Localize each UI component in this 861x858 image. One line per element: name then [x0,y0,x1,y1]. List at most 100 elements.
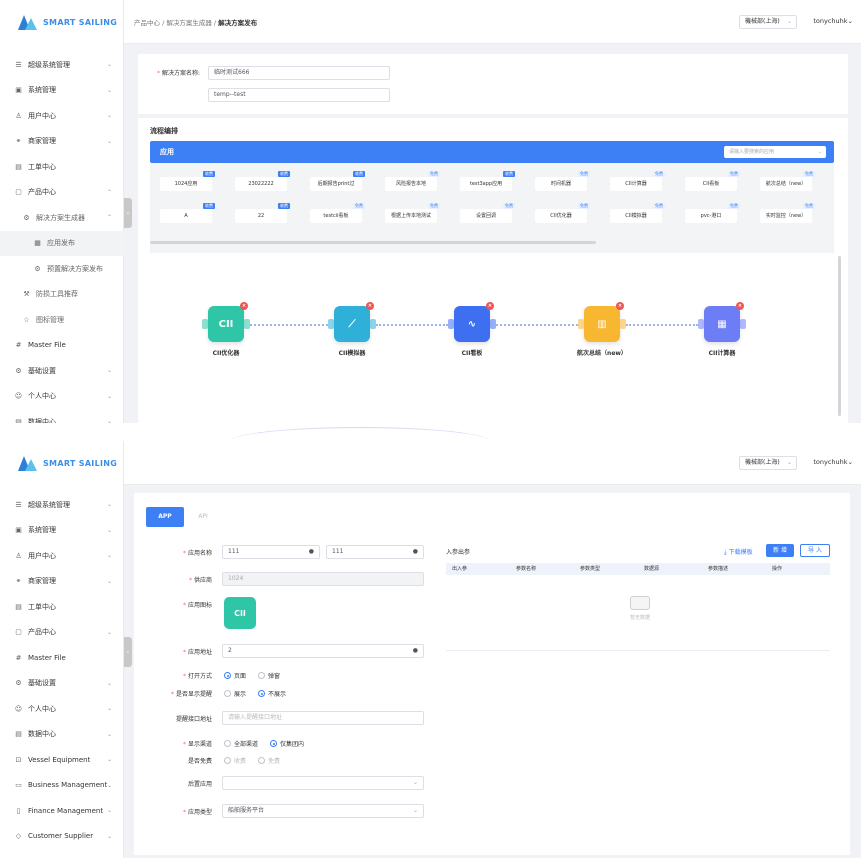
sidebar-item[interactable]: ▯ Finance Management ⌄ [0,798,124,824]
sidebar-item[interactable]: ⚭ 商家管理 ⌄ [0,129,124,155]
node-port[interactable] [578,319,584,329]
app-chip[interactable]: CII计算器 免费 [610,171,665,191]
node-port[interactable] [740,319,746,329]
department-select[interactable]: 機械部(上海) ⌄ [739,15,797,29]
remove-node-icon[interactable]: × [240,302,248,310]
sidebar-item[interactable]: ▤ 数据中心 ⌄ [0,722,124,748]
sidebar-item[interactable]: ▤ 工单中心 [0,594,124,620]
channel-all-radio[interactable]: 全部渠道 [224,739,258,748]
app-chip[interactable]: 后期报告print过 收费 [310,171,365,191]
breadcrumb-item[interactable]: 解决方案生成器 [166,19,212,27]
user-menu[interactable]: tonychuhk⌄ [813,458,853,466]
solution-code-input[interactable]: temp--test [208,88,390,102]
user-menu[interactable]: tonychuhk⌄ [813,17,853,25]
sidebar-item[interactable]: ☰ 超级系统管理 ⌄ [0,52,124,78]
flow-node[interactable]: ▥ × [584,302,624,342]
canvas-scrollbar[interactable] [838,256,841,416]
app-chip[interactable]: 设置回调 免费 [460,203,515,223]
department-select[interactable]: 機械部(上海) ⌄ [739,456,797,470]
sidebar-collapse-toggle[interactable]: ‹ [124,637,132,667]
node-port[interactable] [370,319,376,329]
sidebar-item[interactable]: ▢ 产品中心 ⌃ [0,180,124,206]
open-mode-dialog-radio[interactable]: 弹窗 [258,671,280,680]
sidebar-item[interactable]: ▭ Business Management ⌄ [0,773,124,799]
backend-app-select[interactable]: ⌄ [222,776,424,790]
flow-node[interactable]: CII × [208,302,248,342]
reminder-hide-radio[interactable]: 不展示 [258,689,286,698]
solution-name-input[interactable]: 临时测试666 [208,66,390,80]
app-name-input[interactable]: 111 ● [222,545,320,559]
clear-icon[interactable]: ● [413,546,418,558]
breadcrumb-item[interactable]: 产品中心 [134,19,160,27]
app-chip[interactable]: pvc-港口 免费 [685,203,740,223]
flow-node[interactable]: ⟋ × [334,302,374,342]
import-button[interactable]: 导 入 [800,544,830,557]
clear-icon[interactable]: ● [309,546,314,558]
sidebar-item[interactable]: ▦ 应用发布 [0,230,124,256]
app-chip[interactable]: CII优化器 免费 [535,203,590,223]
app-chip[interactable]: CII看板 免费 [685,171,740,191]
sidebar-item[interactable]: ♙ 用户中心 ⌄ [0,103,124,129]
node-port[interactable] [244,319,250,329]
brand-logo[interactable]: SMART SAILING [18,14,117,30]
remove-node-icon[interactable]: × [736,302,744,310]
app-chip[interactable]: 航次总结（new） 免费 [760,171,815,191]
tab-app[interactable]: APP [146,507,184,527]
app-chip[interactable]: 实时监控（new） 免费 [760,203,815,223]
remove-node-icon[interactable]: × [486,302,494,310]
app-type-select[interactable]: 船舶服务平台 ⌄ [222,804,424,818]
app-search-select[interactable]: 请输入要搜索的应用 ⌄ [724,146,826,158]
sidebar-item[interactable]: ▤ 工单中心 [0,154,124,180]
flow-node[interactable]: ▦ × [704,302,744,342]
flow-canvas[interactable]: CII × CII优化器 ⟋ × CII模拟器 ∿ × CII看板 ▥ × 航次总结（new） ▦ × CI… [150,256,834,423]
remove-node-icon[interactable]: × [616,302,624,310]
reminder-api-input[interactable]: 请输入提醒接口地址 [222,711,424,725]
node-port[interactable] [490,319,496,329]
app-chip[interactable]: CII模拟器 免费 [610,203,665,223]
flow-node[interactable]: ∿ × [454,302,494,342]
palette-scrollbar[interactable] [150,241,596,244]
sidebar-item[interactable]: ☆ 图标管理 [0,307,124,333]
sidebar-item[interactable]: # Master File [0,645,124,671]
clear-icon[interactable]: ● [413,645,418,657]
app-chip[interactable]: 风险报告本地 免费 [385,171,440,191]
node-port[interactable] [620,319,626,329]
app-chip[interactable]: testcii看板 免费 [310,203,365,223]
sidebar-item[interactable]: ☺ 个人中心 ⌄ [0,696,124,722]
sidebar-item[interactable]: ⚙ 预置解决方案发布 [0,256,124,282]
app-chip[interactable]: 时间机器 免费 [535,171,590,191]
sidebar-item[interactable]: ⚙ 基础设置 ⌄ [0,358,124,384]
sidebar-item[interactable]: ⚭ 商家管理 ⌄ [0,569,124,595]
remove-node-icon[interactable]: × [366,302,374,310]
open-mode-page-radio[interactable]: 页面 [224,671,246,680]
app-chip[interactable]: 根据上传本地测试 免费 [385,203,440,223]
sidebar-item[interactable]: ☰ 超级系统管理 ⌄ [0,492,124,518]
sidebar-item[interactable]: ⚒ 防损工具推荐 [0,282,124,308]
tab-api[interactable]: API [184,507,222,527]
sidebar-collapse-toggle[interactable]: ‹ [124,198,132,228]
sidebar-item[interactable]: ⚙ 基础设置 ⌄ [0,671,124,697]
app-chip[interactable]: A 收费 [160,203,215,223]
node-port[interactable] [698,319,704,329]
node-port[interactable] [328,319,334,329]
reminder-show-radio[interactable]: 展示 [224,689,246,698]
sidebar-item[interactable]: ◇ Customer Supplier ⌄ [0,824,124,850]
sidebar-item[interactable]: ▢ 产品中心 ⌄ [0,620,124,646]
app-url-input[interactable]: 2 ● [222,644,424,658]
sidebar-item[interactable]: ▤ 数据中心 ⌄ [0,409,124,423]
sidebar-item[interactable]: # Master File [0,333,124,359]
sidebar-item[interactable]: ⊡ Vessel Equipment ⌄ [0,747,124,773]
brand-logo[interactable]: SMART SAILING [18,455,117,471]
sidebar-item[interactable]: ▣ 系统管理 ⌄ [0,518,124,544]
sidebar-item[interactable]: ⚙ 解决方案生成器 ⌃ [0,205,124,231]
channel-group-radio[interactable]: 仅集团内 [270,739,304,748]
node-port[interactable] [448,319,454,329]
sidebar-item[interactable]: ▣ 系统管理 ⌄ [0,78,124,104]
app-chip[interactable]: test3app应用 收费 [460,171,515,191]
sidebar-item[interactable]: ☺ 个人中心 ⌄ [0,384,124,410]
app-chip[interactable]: 22 收费 [235,203,290,223]
sidebar-item[interactable]: ♙ 用户中心 ⌄ [0,543,124,569]
app-chip[interactable]: 23022222 收费 [235,171,290,191]
app-name-input-secondary[interactable]: 111 ● [326,545,424,559]
node-port[interactable] [202,319,208,329]
